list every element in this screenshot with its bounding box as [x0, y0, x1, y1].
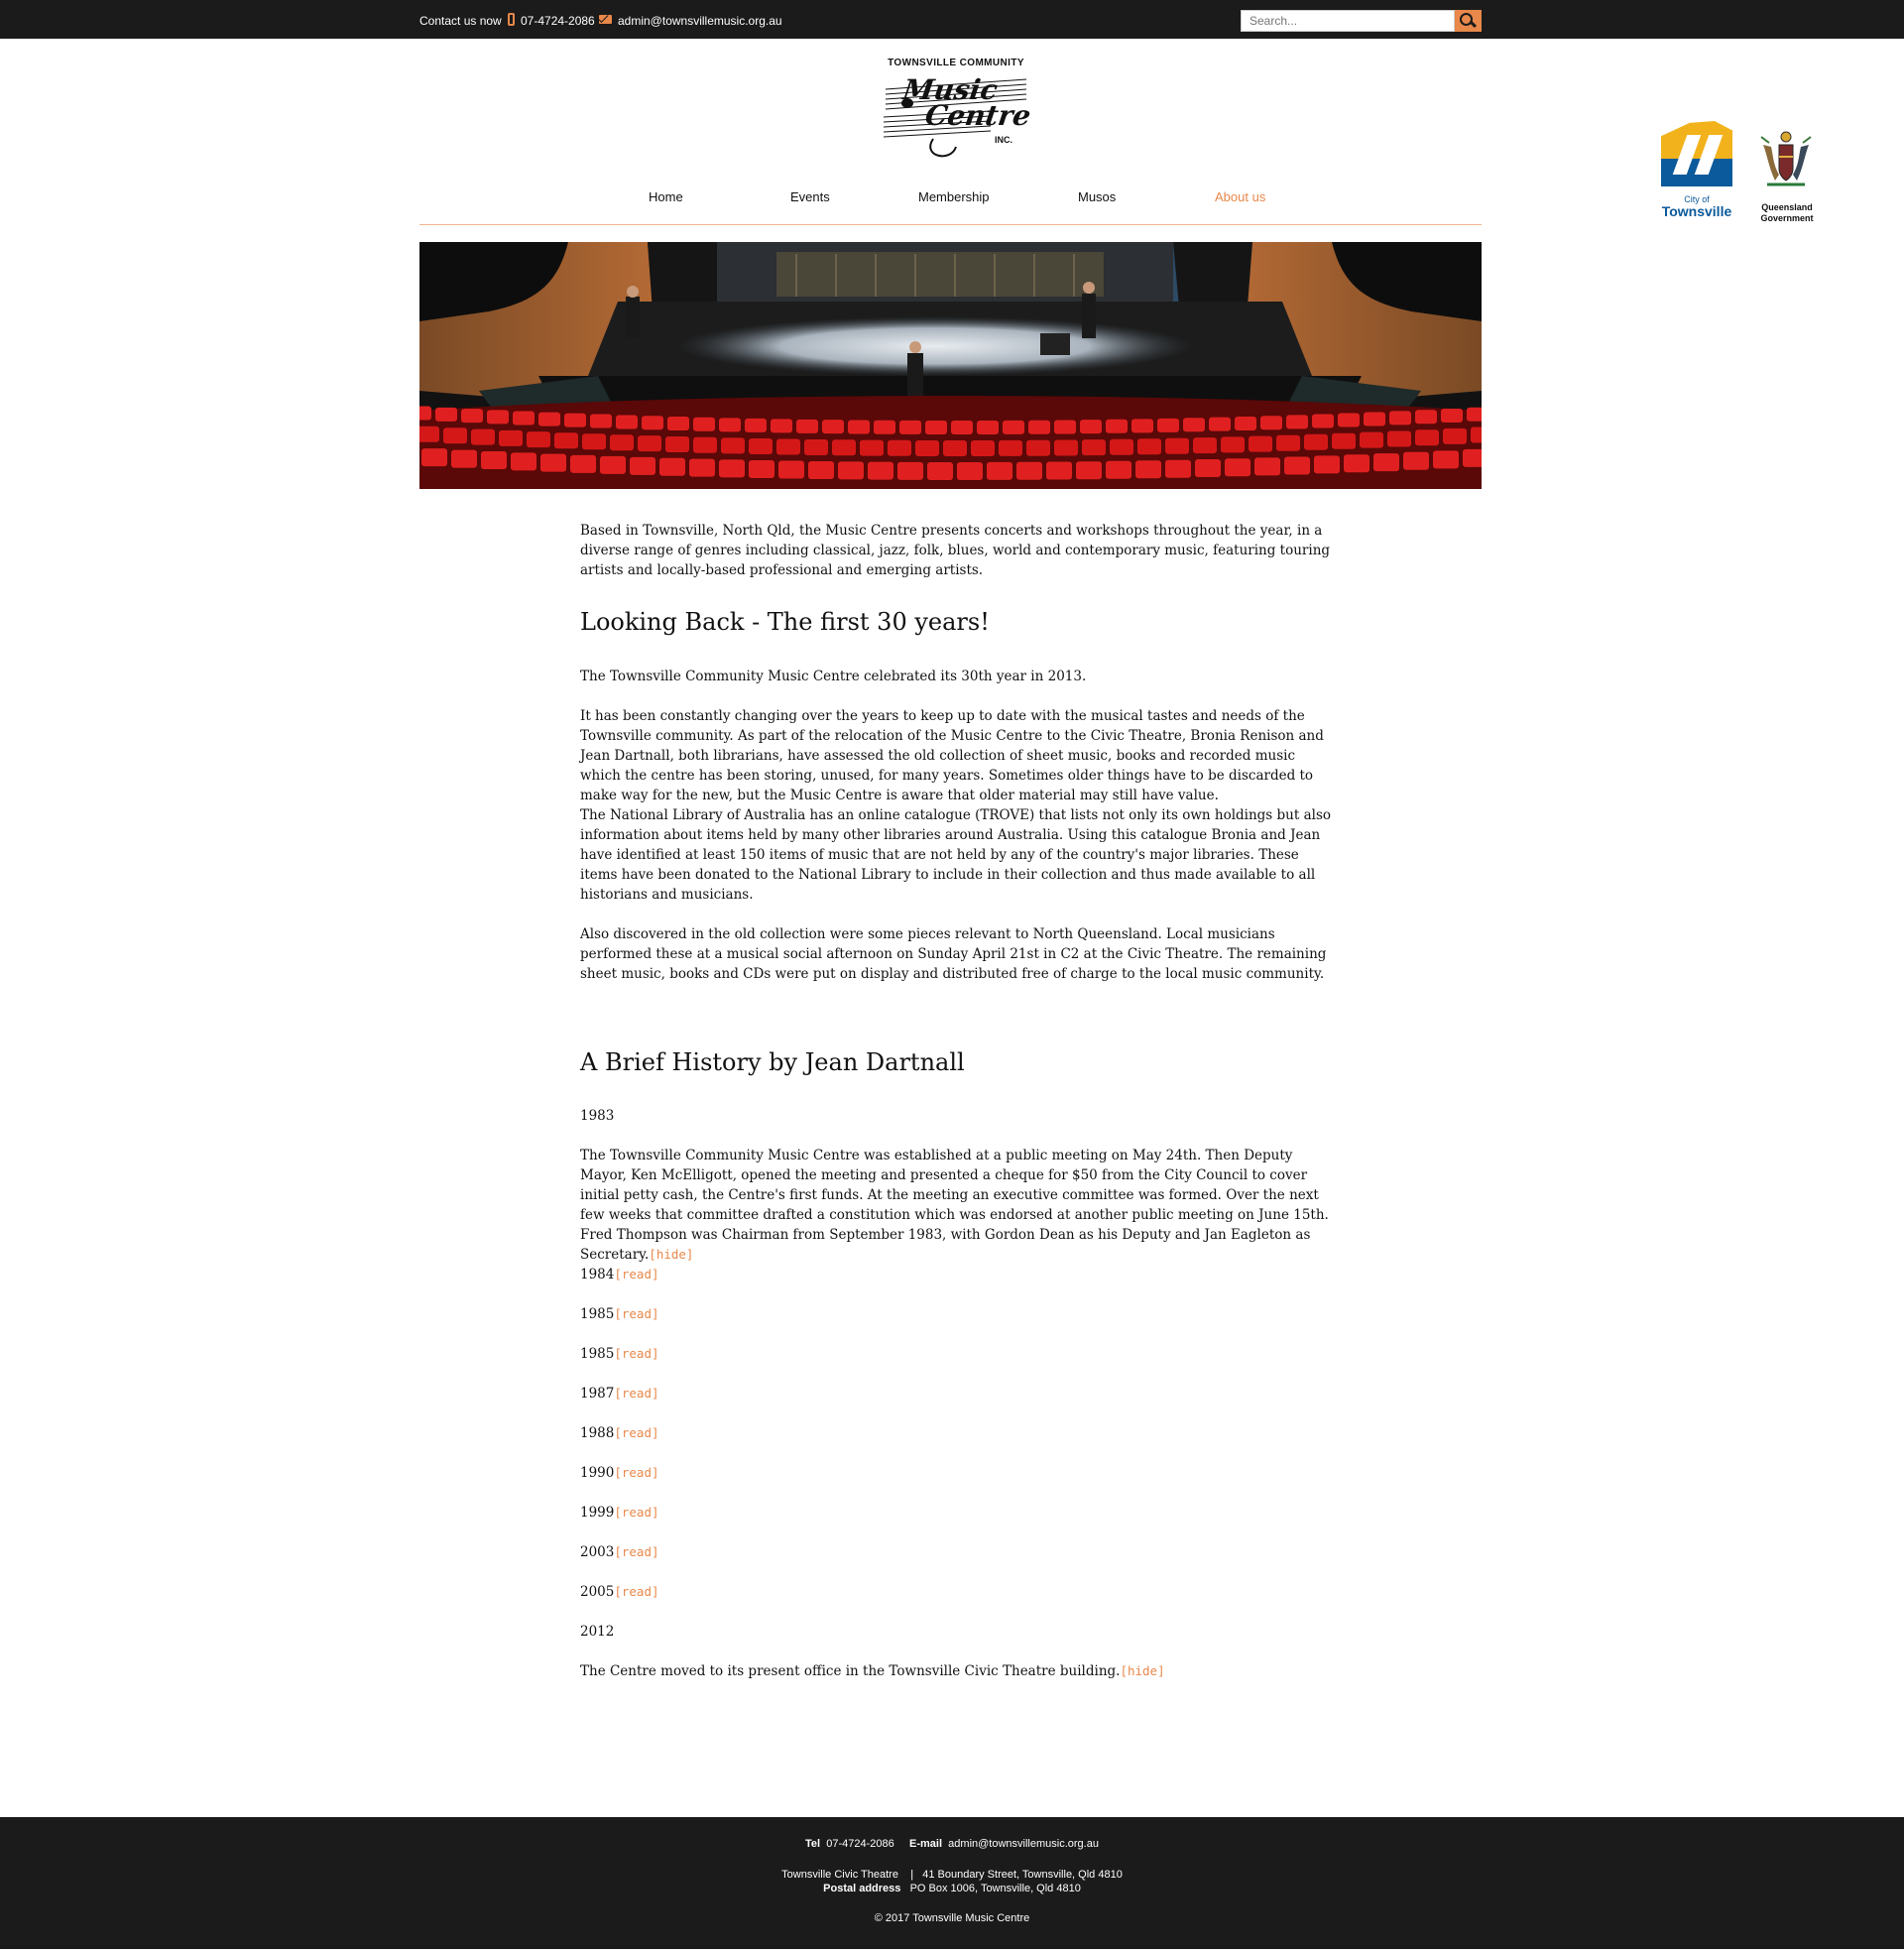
mail-icon	[599, 15, 612, 24]
paragraph-north-queensland: Also discovered in the old collection we…	[580, 926, 1327, 982]
nav-item-home[interactable]: Home	[649, 189, 683, 204]
townsville-logo-line2: Townsville	[1661, 203, 1732, 219]
city-of-townsville-logo: City of Townsville	[1658, 121, 1735, 222]
footer-postal-line: Postal address PO Box 1006, Townsville, …	[823, 1883, 1081, 1894]
nav-item-musos[interactable]: Musos	[1078, 189, 1116, 204]
read-toggle[interactable]: [read]	[614, 1505, 658, 1520]
history-year-item: 2005[read]	[580, 1584, 659, 1600]
search-button[interactable]	[1455, 10, 1482, 32]
footer-phone[interactable]: 07-4724-2086	[826, 1838, 894, 1850]
history-year-item: 1988[read]	[580, 1425, 659, 1441]
theatre-stage-image	[419, 242, 1482, 489]
intro-paragraph: Based in Townsville, North Qld, the Musi…	[580, 523, 1331, 578]
coat-of-arms-icon	[1760, 131, 1812, 186]
history-year-item: 1985[read]	[580, 1306, 659, 1322]
top-bar: Contact us now 07-4724-2086 admin@townsv…	[0, 0, 1904, 39]
nav-item-membership[interactable]: Membership	[918, 189, 990, 204]
paragraph-relocation: It has been constantly changing over the…	[580, 708, 1324, 803]
heading-looking-back: Looking Back - The first 30 years!	[580, 608, 990, 636]
hero-image	[419, 242, 1482, 489]
nav-divider	[419, 224, 1482, 225]
year-1983: 1983	[580, 1108, 615, 1124]
history-2012-text: The Centre moved to its present office i…	[580, 1663, 1165, 1679]
year-2012: 2012	[580, 1624, 615, 1640]
footer-copyright: © 2017 Townsville Music Centre	[874, 1912, 1030, 1924]
read-toggle[interactable]: [read]	[614, 1544, 658, 1559]
read-toggle[interactable]: [read]	[614, 1267, 658, 1282]
hide-toggle[interactable]: [hide]	[649, 1247, 693, 1262]
history-1983-text: The Townsville Community Music Centre wa…	[580, 1148, 1329, 1263]
site-footer: Tel 07-4724-2086 E-mail admin@townsville…	[0, 1817, 1904, 1949]
history-year-item: 1984[read]	[580, 1267, 659, 1282]
paragraph-30th-year: The Townsville Community Music Centre ce…	[580, 669, 1087, 684]
history-year-item: 1999[read]	[580, 1505, 659, 1521]
heading-brief-history: A Brief History by Jean Dartnall	[580, 1048, 965, 1076]
qld-logo-line1: Queensland	[1761, 202, 1813, 212]
search-input[interactable]	[1241, 10, 1455, 32]
read-toggle[interactable]: [read]	[614, 1306, 658, 1321]
email-link[interactable]: admin@townsvillemusic.org.au	[618, 14, 782, 28]
qld-logo-line2: Government	[1760, 213, 1814, 223]
history-year-item: 1987[read]	[580, 1386, 659, 1402]
history-year-item: 2003[read]	[580, 1544, 659, 1560]
read-toggle[interactable]: [read]	[614, 1584, 658, 1599]
read-toggle[interactable]: [read]	[614, 1386, 658, 1401]
history-year-item: 1985[read]	[580, 1346, 659, 1362]
history-year-item: 1990[read]	[580, 1465, 659, 1481]
footer-address-line: Townsville Civic Theatre | 41 Boundary S…	[781, 1869, 1123, 1881]
phone-icon	[508, 13, 515, 26]
queensland-government-logo: Queensland Government	[1747, 125, 1827, 224]
nav-item-events[interactable]: Events	[790, 189, 830, 204]
contact-label: Contact us now	[419, 14, 502, 28]
paragraph-trove: The National Library of Australia has an…	[580, 807, 1332, 903]
read-toggle[interactable]: [read]	[614, 1465, 658, 1480]
logo-script: Music Centre	[900, 73, 1033, 132]
site-logo[interactable]: TOWNSVILLE COMMUNITY Music Centre INC.	[882, 56, 1033, 163]
footer-contact-line: Tel 07-4724-2086 E-mail admin@townsville…	[805, 1838, 1099, 1850]
footer-email[interactable]: admin@townsvillemusic.org.au	[948, 1838, 1099, 1850]
hide-toggle[interactable]: [hide]	[1120, 1663, 1164, 1678]
logo-suffix: INC.	[995, 135, 1012, 145]
read-toggle[interactable]: [read]	[614, 1425, 658, 1440]
nav-item-about-us[interactable]: About us	[1215, 189, 1265, 204]
read-toggle[interactable]: [read]	[614, 1346, 658, 1361]
phone-number[interactable]: 07-4724-2086	[521, 14, 595, 28]
